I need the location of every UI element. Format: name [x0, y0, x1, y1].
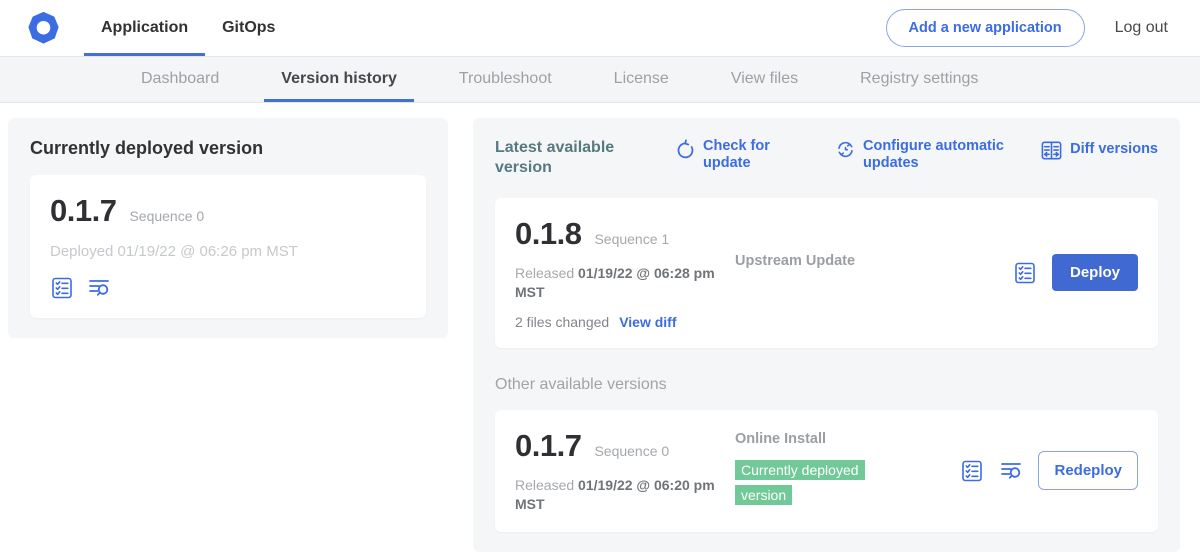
replicated-logo-icon	[25, 10, 62, 47]
other-version-source: Online Install	[735, 431, 960, 447]
other-version-number: 0.1.7	[515, 428, 581, 464]
check-for-update-link[interactable]: Check for update	[675, 138, 773, 173]
latest-released-timestamp: Released 01/19/22 @ 06:28 pm MST	[515, 264, 717, 302]
deployed-version-card: 0.1.7 Sequence 0 Deployed 01/19/22 @ 06:…	[30, 175, 426, 318]
other-released-timestamp: Released 01/19/22 @ 06:20 pm MST	[515, 476, 717, 514]
diff-versions-link[interactable]: Diff versions	[1040, 138, 1158, 162]
subnav-tab-version-history[interactable]: Version history	[264, 57, 414, 102]
redeploy-button[interactable]: Redeploy	[1038, 451, 1138, 490]
latest-version-source: Upstream Update	[735, 253, 1013, 269]
deployed-timestamp: Deployed 01/19/22 @ 06:26 pm MST	[50, 243, 406, 260]
diff-versions-label: Diff versions	[1070, 141, 1158, 158]
subnav-tab-registry-settings[interactable]: Registry settings	[843, 57, 995, 102]
main-content: Currently deployed version 0.1.7 Sequenc…	[0, 103, 1200, 552]
files-changed-label: 2 files changed	[515, 314, 609, 330]
refresh-icon	[675, 139, 696, 160]
topbar-actions: Add a new application Log out	[886, 0, 1200, 56]
subnav-tab-view-files[interactable]: View files	[714, 57, 815, 102]
available-versions-header: Latest available version Check for updat…	[495, 138, 1158, 178]
latest-version-number: 0.1.8	[515, 216, 581, 252]
tab-application[interactable]: Application	[84, 0, 205, 56]
available-versions-panel: Latest available version Check for updat…	[473, 118, 1180, 552]
logout-link[interactable]: Log out	[1115, 19, 1168, 37]
subnav-tab-troubleshoot[interactable]: Troubleshoot	[442, 57, 569, 102]
latest-available-title: Latest available version	[495, 138, 623, 178]
deploy-button[interactable]: Deploy	[1052, 254, 1138, 291]
currently-deployed-badge: Currently deployed version	[735, 460, 865, 505]
app-subnav: Dashboard Version history Troubleshoot L…	[0, 57, 1200, 103]
deployed-version-number: 0.1.7	[50, 193, 116, 229]
configure-updates-label: Configure automatic updates	[863, 138, 1007, 173]
preflight-checks-icon[interactable]	[50, 276, 74, 300]
check-for-update-label: Check for update	[703, 138, 773, 173]
latest-version-card: 0.1.8 Sequence 1 Released 01/19/22 @ 06:…	[495, 198, 1158, 348]
add-new-application-button[interactable]: Add a new application	[886, 9, 1085, 47]
configure-updates-link[interactable]: Configure automatic updates	[835, 138, 1007, 173]
preflight-checks-icon[interactable]	[1013, 261, 1037, 285]
subnav-tab-dashboard[interactable]: Dashboard	[124, 57, 236, 102]
other-sequence-label: Sequence 0	[594, 443, 669, 459]
top-navbar: Application GitOps Add a new application…	[0, 0, 1200, 57]
primary-tabs: Application GitOps	[84, 0, 292, 56]
app-logo[interactable]	[25, 0, 62, 56]
deployed-sequence-label: Sequence 0	[129, 208, 204, 224]
schedule-update-icon	[835, 139, 856, 160]
other-available-versions-title: Other available versions	[495, 376, 1158, 394]
diff-versions-icon	[1040, 139, 1063, 162]
latest-sequence-label: Sequence 1	[594, 231, 669, 247]
subnav-tab-license[interactable]: License	[597, 57, 686, 102]
preflight-checks-icon[interactable]	[960, 459, 984, 483]
view-logs-icon[interactable]	[999, 459, 1023, 483]
view-logs-icon[interactable]	[87, 276, 111, 300]
view-diff-link[interactable]: View diff	[619, 314, 676, 330]
currently-deployed-panel: Currently deployed version 0.1.7 Sequenc…	[8, 118, 448, 338]
other-version-card: 0.1.7 Sequence 0 Released 01/19/22 @ 06:…	[495, 410, 1158, 532]
tab-gitops[interactable]: GitOps	[205, 0, 292, 56]
currently-deployed-title: Currently deployed version	[30, 138, 426, 159]
